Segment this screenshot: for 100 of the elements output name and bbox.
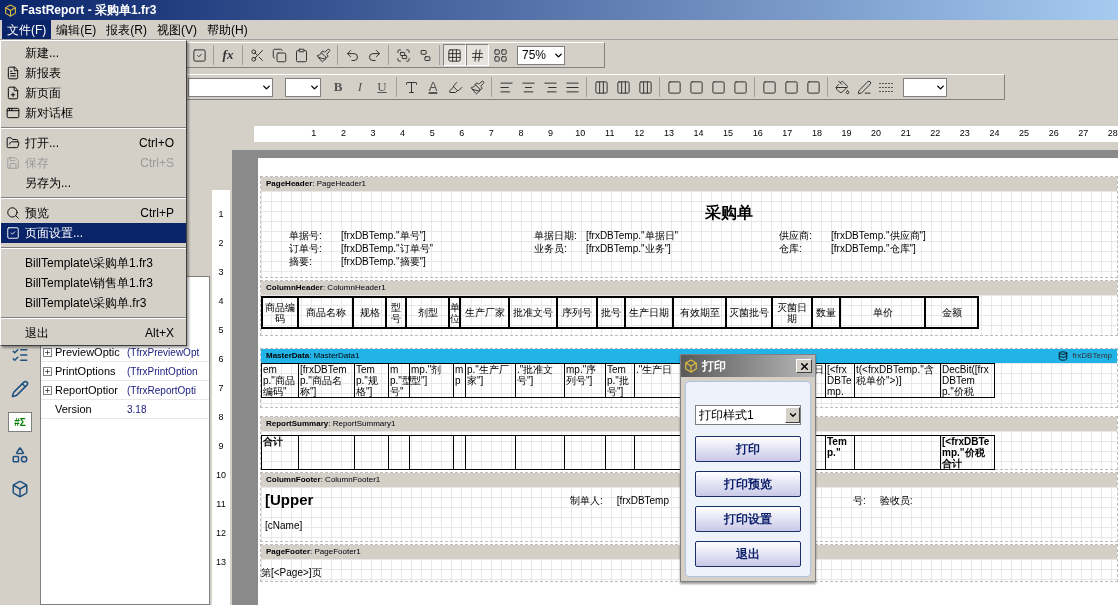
footer-text: [cName]	[265, 518, 303, 533]
table-cell: Temp."批号"]	[605, 363, 635, 398]
save-icon	[6, 156, 20, 170]
align-right-icon	[542, 79, 558, 95]
menu-item[interactable]: 新页面	[1, 83, 186, 103]
field-value: [frxDBTemp."业务"]	[586, 243, 671, 255]
menu-item[interactable]: 另存为...	[1, 173, 186, 193]
menu-bar-item[interactable]: 编辑(E)	[51, 20, 102, 39]
scissors-icon	[249, 47, 265, 63]
grid-toggle-button[interactable]	[466, 44, 489, 66]
dialog-button[interactable]: 打印预览	[695, 471, 801, 497]
table-cell	[515, 435, 565, 470]
column-header: 批准文号	[508, 296, 558, 329]
square-icon	[688, 79, 704, 95]
zoom-select[interactable]: 75%	[517, 45, 565, 65]
column-header: 序列号	[556, 296, 598, 329]
app-icon	[684, 359, 698, 373]
signature-label: 号:	[853, 494, 866, 508]
clipboard-icon	[293, 47, 309, 63]
field-value: [frxDBTemp."单号"]	[341, 230, 426, 242]
menu-item[interactable]: BillTemplate\销售单1.fr3	[1, 273, 186, 293]
expand-icon[interactable]	[42, 385, 52, 395]
menu-item[interactable]: 打开... Ctrl+O	[1, 133, 186, 153]
menu-item[interactable]: 新报表	[1, 63, 186, 83]
column-header: 商品编码	[261, 296, 299, 329]
column-header: 剂型	[405, 296, 450, 329]
grid-icon	[447, 47, 462, 63]
font-select[interactable]	[188, 77, 273, 97]
expand-icon[interactable]	[42, 347, 52, 357]
close-button[interactable]	[796, 359, 812, 373]
menu-item[interactable]: 新建...	[1, 43, 186, 63]
field-label: 单据号:	[289, 230, 323, 242]
app-icon	[4, 3, 17, 17]
font-color-button[interactable]: A	[422, 76, 444, 98]
column-header: 型号	[385, 296, 407, 329]
square-icon	[710, 79, 726, 95]
redo-icon	[366, 47, 382, 63]
dialog-button[interactable]: 打印设置	[695, 506, 801, 532]
horizontal-ruler: 1 2 3 4 5 6 7 8 9 10 11 12 13 14 15 16 17 18 19 20 21 22 23 24 25 26 27 28	[254, 126, 1118, 142]
field-label: 单据日期:	[534, 230, 578, 242]
property-name: Version	[54, 401, 93, 417]
folder-icon	[6, 136, 20, 150]
expand-icon[interactable]	[42, 366, 52, 376]
menu-item[interactable]: 页面设置...	[1, 223, 186, 243]
table-cell: p."生产厂家"]	[465, 363, 516, 398]
paint-bucket-icon	[834, 79, 850, 95]
column-header: 生产日期	[624, 296, 674, 329]
menu-bar-item[interactable]: 视图(V)	[152, 20, 202, 39]
table-cell: emp."商品编码"	[261, 363, 299, 398]
grid-toggle-button[interactable]	[443, 44, 466, 66]
square-icon	[783, 79, 799, 95]
column-header: 批号	[596, 296, 626, 329]
table-cell: mp."剂型"]	[409, 363, 454, 398]
table-cell	[465, 435, 516, 470]
menu-item[interactable]: BillTemplate\采购单.fr3	[1, 293, 186, 313]
format-button[interactable]: I	[349, 76, 371, 98]
function-button[interactable]: fx	[217, 44, 239, 66]
line-width-select[interactable]	[903, 77, 947, 97]
menu-item[interactable]: 预览 Ctrl+P	[1, 203, 186, 223]
palette-button[interactable]: #Σ	[8, 412, 32, 432]
menu-item[interactable]: 退出 Alt+X	[1, 323, 186, 343]
field-value: [frxDBTemp."订单号"	[341, 243, 434, 255]
band-header: PageHeader: PageHeader1	[261, 177, 1117, 191]
columns-icon	[593, 79, 609, 95]
dialog-button[interactable]: 打印	[695, 436, 801, 462]
text-icon	[403, 79, 419, 95]
menu-item[interactable]: BillTemplate\采购单1.fr3	[1, 253, 186, 273]
table-cell: [<frxDBTemp."价税合计	[940, 435, 995, 470]
table-cell: mp."序列号"]	[564, 363, 606, 398]
close-icon	[798, 360, 810, 372]
column-header: 单位	[448, 296, 461, 329]
square-icon	[805, 79, 821, 95]
table-cell	[453, 435, 466, 470]
line-style-icon	[879, 82, 893, 92]
font-size-select[interactable]	[285, 77, 321, 97]
field-value: [frxDBTemp."仓库"]	[831, 243, 916, 255]
checkbox-icon	[191, 47, 207, 63]
dialog-button[interactable]: 退出	[695, 541, 801, 567]
format-button[interactable]: B	[327, 76, 349, 98]
grid-icon	[492, 47, 508, 63]
pencil-icon	[11, 380, 29, 398]
square-icon	[732, 79, 748, 95]
vertical-ruler: 1 2 3 4 5 6 7 8 9 10 11 12 13	[212, 190, 230, 605]
cube-icon	[11, 480, 29, 498]
table-cell: [frxDBTemp."商品名称"]	[298, 363, 355, 398]
column-header: 数量	[811, 296, 841, 329]
table-cell: Temp."规格"]	[354, 363, 389, 398]
field-label: 业务员:	[534, 243, 568, 255]
menu-bar-item[interactable]: 文件(F)	[2, 20, 52, 39]
align-left-icon	[498, 79, 514, 95]
table-cell	[605, 435, 635, 470]
table-cell	[388, 435, 410, 470]
property-name: ReportOptior	[54, 382, 119, 398]
field-value: [frxDBTemp."摘要"]	[341, 256, 426, 268]
style-select[interactable]: 打印样式1	[695, 405, 801, 425]
highlighter-icon	[447, 79, 463, 95]
menu-bar-item[interactable]: 报表(R)	[101, 20, 152, 39]
menu-item[interactable]: 新对话框	[1, 103, 186, 123]
menu-bar-item[interactable]: 帮助(H)	[202, 20, 253, 39]
format-button[interactable]: U	[371, 76, 393, 98]
